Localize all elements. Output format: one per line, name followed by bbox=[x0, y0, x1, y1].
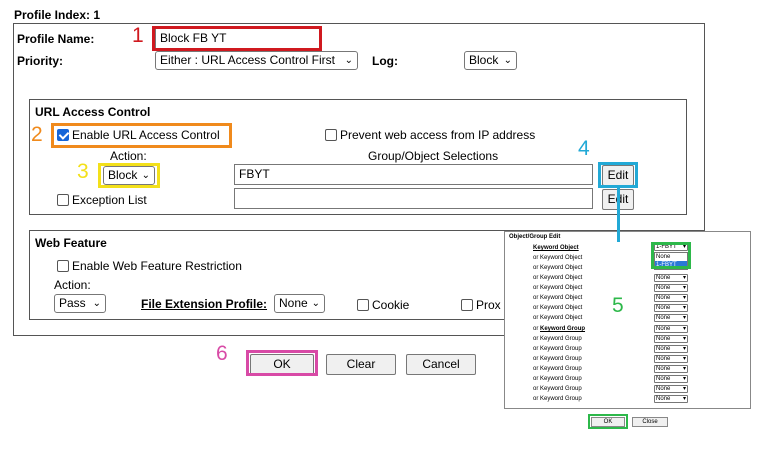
url-access-title: URL Access Control bbox=[35, 105, 151, 119]
checkbox-icon[interactable] bbox=[57, 260, 69, 272]
file-extension-select[interactable]: None ⌄ bbox=[274, 294, 325, 313]
checkbox-icon[interactable] bbox=[325, 129, 337, 141]
clear-button[interactable]: Clear bbox=[326, 354, 396, 375]
cookie-checkbox[interactable]: Cookie bbox=[357, 298, 409, 312]
log-select[interactable]: Block ⌄ bbox=[464, 51, 517, 70]
keyword-object-select-6[interactable]: None bbox=[654, 304, 688, 312]
chevron-down-icon: ⌄ bbox=[503, 55, 512, 66]
enable-web-feature-label: Enable Web Feature Restriction bbox=[72, 259, 242, 273]
exception-list-label: Exception List bbox=[72, 193, 147, 207]
or-keyword-group-2: or Keyword Group bbox=[533, 336, 582, 342]
keyword-object-select[interactable]: 1-FBYT bbox=[654, 243, 688, 251]
proxy-checkbox[interactable]: Prox bbox=[461, 298, 501, 312]
keyword-group-select-7[interactable]: None bbox=[654, 385, 688, 393]
or-keyword-group-6: or Keyword Group bbox=[533, 376, 582, 382]
priority-value: Either : URL Access Control First bbox=[160, 53, 335, 67]
keyword-object-label: Keyword Object bbox=[533, 245, 579, 251]
annotation-number-4: 4 bbox=[578, 137, 590, 160]
profile-name-input[interactable]: Block FB YT bbox=[155, 28, 320, 49]
or-keyword-group-3: or Keyword Group bbox=[533, 346, 582, 352]
priority-select[interactable]: Either : URL Access Control First ⌄ bbox=[155, 51, 358, 70]
or-keyword-object-2: or Keyword Object bbox=[533, 265, 583, 271]
group-selections-label: Group/Object Selections bbox=[368, 149, 499, 163]
dropdown-option-fbyt[interactable]: 1-FBYT bbox=[655, 261, 687, 269]
log-label: Log: bbox=[372, 54, 398, 68]
group-object-input[interactable]: FBYT bbox=[234, 164, 593, 185]
annotation-number-5: 5 bbox=[612, 294, 624, 317]
dropdown-option-none[interactable]: None bbox=[655, 253, 687, 261]
keyword-object-select-7[interactable]: None bbox=[654, 314, 688, 322]
cookie-label: Cookie bbox=[372, 298, 410, 312]
keyword-object-dropdown[interactable]: None 1-FBYT bbox=[654, 252, 688, 270]
action-label: Action: bbox=[110, 149, 147, 163]
profile-name-label: Profile Name: bbox=[17, 32, 95, 46]
url-action-value: Block bbox=[108, 168, 138, 182]
connector-line bbox=[617, 188, 620, 242]
or-keyword-group-7: or Keyword Group bbox=[533, 386, 582, 392]
or-keyword-group-label: or Keyword Group bbox=[533, 325, 653, 333]
exception-list-input[interactable] bbox=[234, 188, 593, 209]
edit-button[interactable]: Edit bbox=[602, 165, 634, 186]
profile-index: Profile Index: 1 bbox=[14, 8, 101, 22]
exception-list-checkbox[interactable]: Exception List bbox=[57, 193, 147, 207]
priority-label: Priority: bbox=[17, 54, 64, 68]
cancel-button[interactable]: Cancel bbox=[406, 354, 476, 375]
enable-url-access-label: Enable URL Access Control bbox=[72, 128, 220, 142]
enable-url-access-checkbox[interactable]: Enable URL Access Control bbox=[57, 128, 220, 142]
keyword-group-select-6[interactable]: None bbox=[654, 375, 688, 383]
annotation-number-2: 2 bbox=[31, 123, 43, 146]
chevron-down-icon: ⌄ bbox=[92, 298, 101, 309]
proxy-label: Prox bbox=[476, 298, 501, 312]
checkbox-checked-icon[interactable] bbox=[57, 129, 69, 141]
keyword-group-select-3[interactable]: None bbox=[654, 345, 688, 353]
keyword-object-select-5[interactable]: None bbox=[654, 294, 688, 302]
file-extension-value: None bbox=[279, 296, 308, 310]
checkbox-icon[interactable] bbox=[57, 194, 69, 206]
or-keyword-object-1: or Keyword Object bbox=[533, 255, 583, 261]
prevent-ip-label: Prevent web access from IP address bbox=[340, 128, 536, 142]
popup-close-button[interactable]: Close bbox=[632, 417, 668, 427]
keyword-object-select-4[interactable]: None bbox=[654, 284, 688, 292]
enable-web-feature-checkbox[interactable]: Enable Web Feature Restriction bbox=[57, 259, 242, 273]
keyword-object-select-3[interactable]: None bbox=[654, 274, 688, 282]
annotation-number-3: 3 bbox=[77, 160, 89, 183]
keyword-group-label: Keyword Group bbox=[540, 326, 586, 332]
url-action-select[interactable]: Block ⌄ bbox=[103, 166, 155, 185]
or-keyword-object-5: or Keyword Object bbox=[533, 295, 583, 301]
keyword-group-select-5[interactable]: None bbox=[654, 365, 688, 373]
annotation-number-6: 6 bbox=[216, 342, 228, 365]
chevron-down-icon: ⌄ bbox=[311, 298, 320, 309]
web-action-label: Action: bbox=[54, 278, 91, 292]
chevron-down-icon: ⌄ bbox=[344, 55, 353, 66]
popup-title: Object/Group Edit bbox=[509, 234, 561, 240]
log-value: Block bbox=[469, 53, 499, 67]
or-prefix: or bbox=[533, 326, 541, 332]
web-feature-title: Web Feature bbox=[35, 236, 107, 250]
or-keyword-group-5: or Keyword Group bbox=[533, 366, 582, 372]
file-extension-label: File Extension Profile: bbox=[141, 297, 268, 311]
or-keyword-object-4: or Keyword Object bbox=[533, 285, 583, 291]
chevron-down-icon: ⌄ bbox=[141, 170, 150, 181]
keyword-group-select-1[interactable]: None bbox=[654, 325, 688, 333]
object-group-edit-popup: Object/Group Edit Keyword Object 1-FBYT … bbox=[504, 231, 751, 409]
keyword-group-select-8[interactable]: None bbox=[654, 395, 688, 403]
or-keyword-group-4: or Keyword Group bbox=[533, 356, 582, 362]
keyword-group-select-4[interactable]: None bbox=[654, 355, 688, 363]
or-keyword-object-6: or Keyword Object bbox=[533, 305, 583, 311]
checkbox-icon[interactable] bbox=[461, 299, 473, 311]
prevent-ip-checkbox[interactable]: Prevent web access from IP address bbox=[325, 128, 535, 142]
web-action-select[interactable]: Pass ⌄ bbox=[54, 294, 106, 313]
checkbox-icon[interactable] bbox=[357, 299, 369, 311]
or-keyword-group-8: or Keyword Group bbox=[533, 396, 582, 402]
or-keyword-object-3: or Keyword Object bbox=[533, 275, 583, 281]
web-action-value: Pass bbox=[59, 296, 86, 310]
or-keyword-object-7: or Keyword Object bbox=[533, 315, 583, 321]
popup-ok-button[interactable]: OK bbox=[591, 417, 625, 427]
ok-button[interactable]: OK bbox=[250, 354, 314, 375]
keyword-group-select-2[interactable]: None bbox=[654, 335, 688, 343]
annotation-number-1: 1 bbox=[132, 24, 144, 47]
